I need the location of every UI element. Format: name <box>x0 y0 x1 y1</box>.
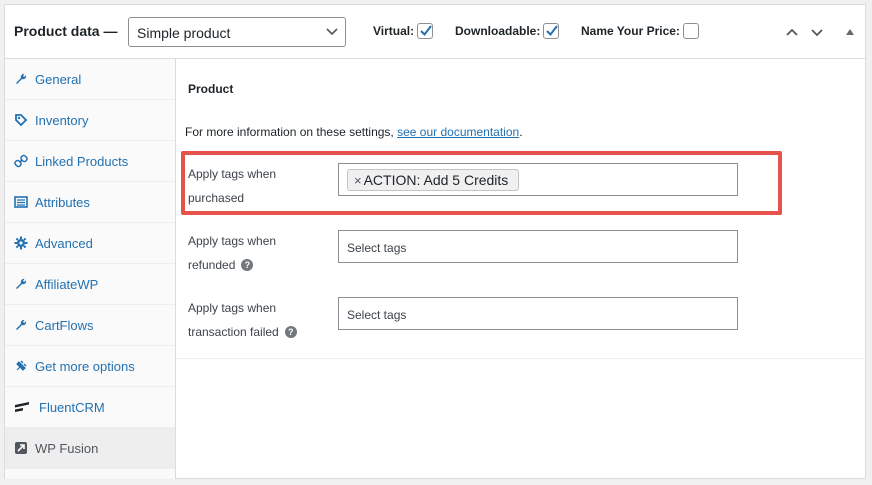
label-text: transaction failed <box>188 325 279 339</box>
tab-affiliatewp[interactable]: AffiliateWP <box>5 264 175 305</box>
transaction-failed-label: Apply tags when transaction failed? <box>188 296 328 344</box>
tab-label: General <box>35 72 82 87</box>
collapse-triangle-icon[interactable] <box>843 25 857 39</box>
label-line: Apply tags when <box>188 234 277 248</box>
plugin-icon <box>16 360 27 371</box>
virtual-checkbox[interactable] <box>417 23 434 39</box>
virtual-label: Virtual: <box>373 24 415 38</box>
name-your-price-label: Name Your Price: <box>581 24 680 38</box>
tab-inventory[interactable]: Inventory <box>5 100 175 141</box>
info-text: For more information on these settings, … <box>185 125 523 139</box>
help-icon[interactable]: ? <box>241 259 254 271</box>
tab-linked-products[interactable]: Linked Products <box>5 141 175 182</box>
downloadable-checkbox[interactable] <box>543 23 560 39</box>
label-line: refunded? <box>188 253 328 277</box>
wrench-icon <box>16 73 27 84</box>
tag-icon <box>15 114 28 127</box>
checkmark-icon <box>420 25 432 37</box>
apply-tags-refunded-field[interactable]: Select tags <box>338 230 738 263</box>
name-your-price-option: Name Your Price: <box>581 23 699 39</box>
wrench-icon <box>16 278 27 289</box>
chevron-down-icon <box>326 28 338 36</box>
tab-advanced[interactable]: Advanced <box>5 223 175 264</box>
label-text: refunded <box>188 258 236 272</box>
gear-icon <box>14 236 28 250</box>
chevron-down-icon[interactable] <box>810 25 824 39</box>
tab-label: AffiliateWP <box>35 277 99 292</box>
fluentcrm-icon <box>15 402 29 412</box>
info-prefix: For more information on these settings, <box>185 125 394 139</box>
highlight-box <box>181 151 782 215</box>
panel-title: Product data — <box>14 23 118 39</box>
tab-label: WP Fusion <box>35 441 99 456</box>
name-your-price-checkbox[interactable] <box>682 23 699 39</box>
apply-tags-transaction-failed-field[interactable]: Select tags <box>338 297 738 330</box>
tab-get-more-options[interactable]: Get more options <box>5 346 175 387</box>
product-type-select[interactable]: Simple product <box>128 17 346 47</box>
downloadable-option: Downloadable: <box>455 23 560 39</box>
tab-cartflows[interactable]: CartFlows <box>5 305 175 346</box>
refunded-label: Apply tags when refunded? <box>188 229 328 277</box>
tab-label: Linked Products <box>35 154 129 169</box>
product-data-tabs: General Inventory Linked Products Attrib… <box>5 59 176 479</box>
checkmark-icon <box>546 25 559 37</box>
tab-label: CartFlows <box>35 318 94 333</box>
documentation-link[interactable]: see our documentation <box>397 125 519 139</box>
product-type-value: Simple product <box>137 25 231 41</box>
product-data-panel: Product data — Simple product Virtual: D… <box>4 4 866 479</box>
tab-attributes[interactable]: Attributes <box>5 182 175 223</box>
tab-label: Attributes <box>35 195 90 210</box>
tab-label: FluentCRM <box>39 400 105 415</box>
tags-placeholder: Select tags <box>347 241 407 255</box>
wrench-icon <box>16 319 27 330</box>
wpfusion-icon <box>15 442 27 454</box>
chevron-up-icon[interactable] <box>785 25 799 39</box>
downloadable-label: Downloadable: <box>455 24 541 38</box>
tab-fluentcrm[interactable]: FluentCRM <box>5 387 175 428</box>
link-icon <box>14 154 28 168</box>
product-data-header: Product data — Simple product Virtual: D… <box>5 5 865 59</box>
tab-label: Inventory <box>35 113 89 128</box>
tags-placeholder: Select tags <box>347 308 407 322</box>
help-icon[interactable]: ? <box>284 326 297 338</box>
tab-label: Get more options <box>35 359 135 374</box>
tab-label: Advanced <box>35 236 93 251</box>
label-line: transaction failed? <box>188 320 328 344</box>
tab-wp-fusion[interactable]: WP Fusion <box>5 428 175 469</box>
section-heading: Product <box>188 82 234 96</box>
virtual-option: Virtual: <box>373 23 434 39</box>
info-suffix: . <box>519 125 523 139</box>
list-icon <box>14 196 28 208</box>
label-line: Apply tags when <box>188 301 277 315</box>
tab-general[interactable]: General <box>5 59 175 100</box>
